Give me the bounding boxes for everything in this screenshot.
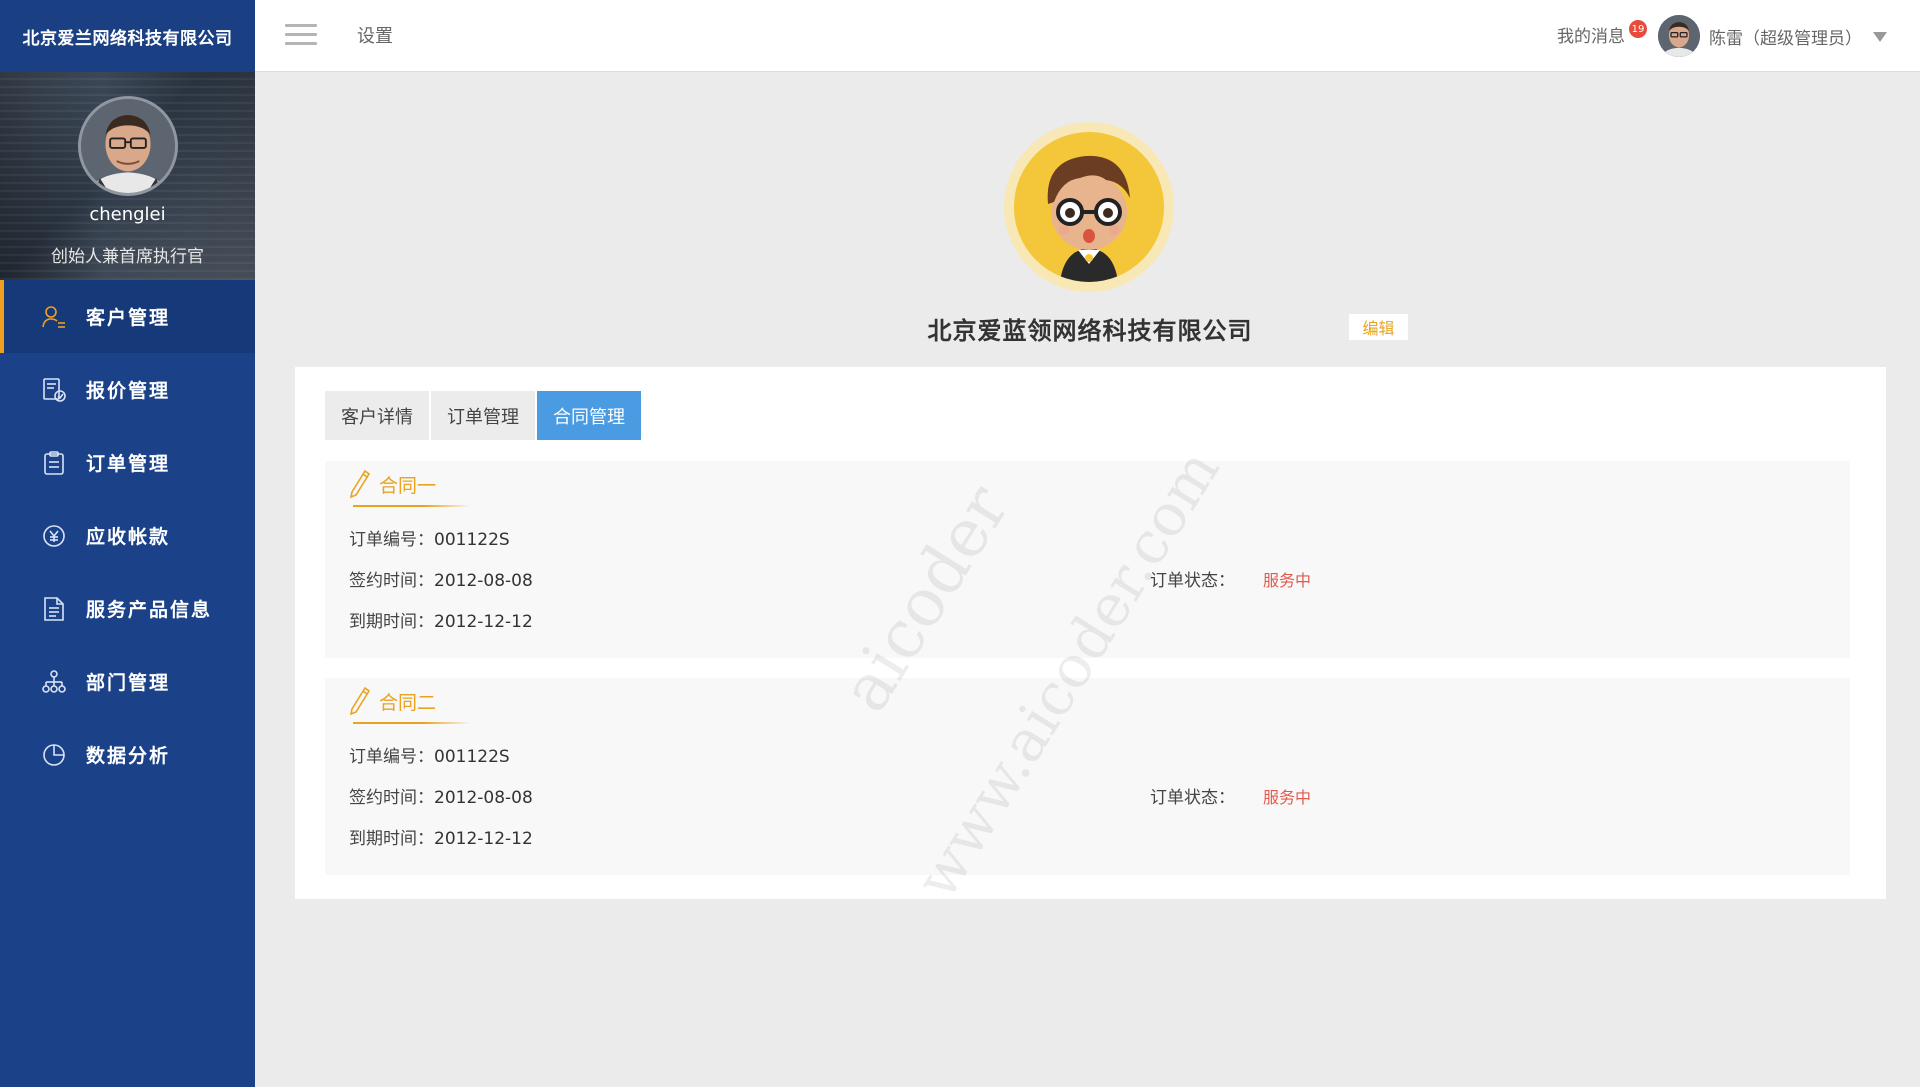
sidebar-item-label: 服务产品信息 bbox=[86, 599, 213, 621]
sidebar-item-service-products[interactable]: 服务产品信息 bbox=[0, 572, 255, 645]
order-status-label: 订单状态： bbox=[1150, 788, 1235, 808]
contract-card: 合同一 订单编号：001122S 签约时间：2012-08-08 到期时间：20… bbox=[325, 461, 1850, 658]
messages-link[interactable]: 我的消息 19 bbox=[1557, 20, 1647, 47]
avatar-photo-icon bbox=[81, 99, 175, 193]
expire-date-row: 到期时间：2012-12-12 bbox=[349, 607, 533, 632]
edit-company-button[interactable]: 编辑 bbox=[1349, 314, 1408, 340]
tab-contract-management[interactable]: 合同管理 bbox=[537, 391, 641, 440]
sidebar: 北京爱兰网络科技有限公司 chenglei 创始人兼首席执行官 客户管理 报价管… bbox=[0, 0, 255, 1087]
sidebar-item-orders[interactable]: 订单管理 bbox=[0, 426, 255, 499]
tab-bar: 客户详情 订单管理 合同管理 bbox=[325, 391, 643, 440]
title-underline bbox=[353, 722, 471, 724]
order-status-value: 服务中 bbox=[1263, 788, 1312, 807]
contract-title-text: 合同二 bbox=[379, 691, 437, 714]
pie-chart-icon bbox=[40, 741, 68, 769]
profile-role: 创始人兼首席执行官 bbox=[51, 247, 204, 267]
sidebar-item-label: 部门管理 bbox=[86, 672, 171, 694]
expire-date-label: 到期时间： bbox=[349, 612, 434, 632]
sign-date-row: 签约时间：2012-08-08 bbox=[349, 566, 533, 591]
brand-title: 北京爱兰网络科技有限公司 bbox=[0, 0, 255, 72]
expire-date-label: 到期时间： bbox=[349, 829, 434, 849]
order-number-value: 001122S bbox=[434, 747, 510, 767]
chevron-down-icon[interactable] bbox=[1873, 32, 1887, 42]
detail-panel: 客户详情 订单管理 合同管理 合同一 订单编号：001122S 签约时间：201… bbox=[295, 367, 1886, 899]
sign-date-label: 签约时间： bbox=[349, 571, 434, 591]
sidebar-item-customers[interactable]: 客户管理 bbox=[0, 280, 255, 353]
sidebar-item-label: 应收帐款 bbox=[86, 526, 171, 548]
contract-title: 合同二 bbox=[349, 686, 471, 724]
company-logo bbox=[1004, 122, 1174, 292]
cartoon-avatar-icon bbox=[1014, 132, 1164, 282]
sidebar-menu: 客户管理 报价管理 订单管理 应收帐款 服务产品信息 部门管理 数据分析 bbox=[0, 280, 255, 791]
user-name[interactable]: 陈雷（超级管理员） bbox=[1709, 24, 1862, 49]
sign-date-row: 签约时间：2012-08-08 bbox=[349, 783, 533, 808]
sidebar-item-analytics[interactable]: 数据分析 bbox=[0, 718, 255, 791]
sidebar-item-receivables[interactable]: 应收帐款 bbox=[0, 499, 255, 572]
expire-date-value: 2012-12-12 bbox=[434, 612, 533, 632]
menu-toggle-icon[interactable] bbox=[285, 24, 317, 46]
sidebar-item-label: 报价管理 bbox=[86, 380, 171, 402]
sidebar-item-label: 订单管理 bbox=[86, 453, 171, 475]
breadcrumb[interactable]: 设置 bbox=[357, 22, 393, 48]
title-underline bbox=[353, 505, 471, 507]
org-chart-icon bbox=[40, 668, 68, 696]
order-status: 订单状态： 服务中 bbox=[1150, 566, 1311, 591]
order-clipboard-icon bbox=[40, 449, 68, 477]
company-name: 北京爱蓝领网络科技有限公司 bbox=[927, 317, 1253, 345]
expire-date-value: 2012-12-12 bbox=[434, 829, 533, 849]
contract-title: 合同一 bbox=[349, 469, 471, 507]
sidebar-item-label: 数据分析 bbox=[86, 745, 171, 767]
user-avatar[interactable] bbox=[1658, 15, 1700, 57]
order-number-row: 订单编号：001122S bbox=[349, 525, 510, 550]
messages-badge: 19 bbox=[1629, 20, 1647, 38]
contract-title-text: 合同一 bbox=[379, 474, 437, 497]
profile-username: chenglei bbox=[89, 204, 166, 225]
avatar[interactable] bbox=[78, 96, 178, 196]
expire-date-row: 到期时间：2012-12-12 bbox=[349, 824, 533, 849]
sidebar-item-label: 客户管理 bbox=[86, 307, 171, 329]
document-icon bbox=[40, 595, 68, 623]
profile-card: chenglei 创始人兼首席执行官 bbox=[0, 72, 255, 280]
sign-date-label: 签约时间： bbox=[349, 788, 434, 808]
quote-icon bbox=[40, 376, 68, 404]
sidebar-item-quotes[interactable]: 报价管理 bbox=[0, 353, 255, 426]
avatar-photo-icon bbox=[1658, 15, 1700, 57]
tab-customer-details[interactable]: 客户详情 bbox=[325, 391, 429, 440]
yen-coin-icon bbox=[40, 522, 68, 550]
order-number-row: 订单编号：001122S bbox=[349, 742, 510, 767]
messages-label: 我的消息 bbox=[1557, 27, 1625, 47]
order-number-label: 订单编号： bbox=[349, 747, 434, 767]
topbar: 设置 我的消息 19 陈雷（超级管理员） bbox=[255, 0, 1920, 72]
contract-card: 合同二 订单编号：001122S 签约时间：2012-08-08 到期时间：20… bbox=[325, 678, 1850, 875]
pencil-icon bbox=[349, 686, 371, 716]
sidebar-item-departments[interactable]: 部门管理 bbox=[0, 645, 255, 718]
order-status-value: 服务中 bbox=[1263, 571, 1312, 590]
pencil-icon bbox=[349, 469, 371, 499]
tab-order-management[interactable]: 订单管理 bbox=[431, 391, 535, 440]
order-status: 订单状态： 服务中 bbox=[1150, 783, 1311, 808]
order-number-value: 001122S bbox=[434, 530, 510, 550]
sign-date-value: 2012-08-08 bbox=[434, 788, 533, 808]
customer-icon bbox=[40, 303, 68, 331]
order-number-label: 订单编号： bbox=[349, 530, 434, 550]
sign-date-value: 2012-08-08 bbox=[434, 571, 533, 591]
order-status-label: 订单状态： bbox=[1150, 571, 1235, 591]
